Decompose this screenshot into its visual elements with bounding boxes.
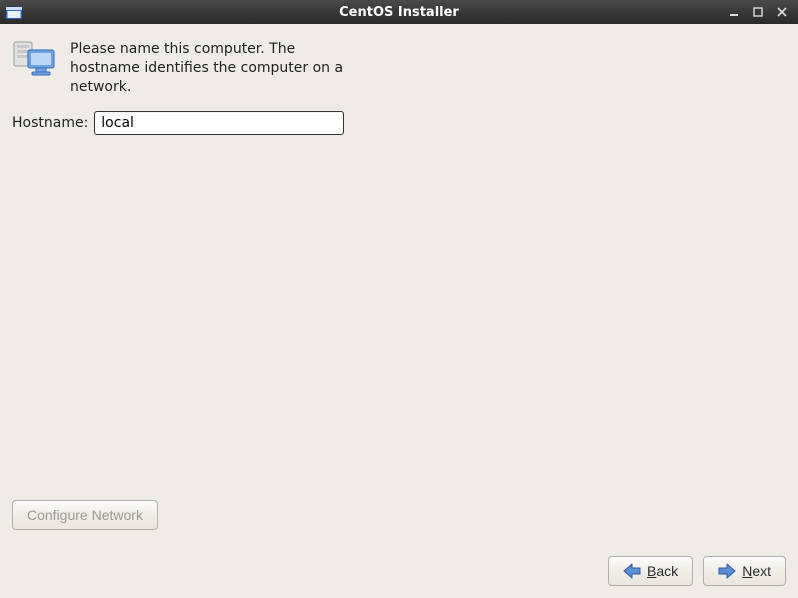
next-label: Next	[742, 563, 771, 579]
titlebar: CentOS Installer	[0, 0, 798, 24]
close-button[interactable]	[776, 6, 788, 18]
configure-network-button[interactable]: Configure Network	[12, 500, 158, 530]
intro-row: Please name this computer. The hostname …	[12, 40, 786, 97]
hostname-label: Hostname:	[12, 115, 88, 131]
maximize-button[interactable]	[752, 6, 764, 18]
back-label: Back	[647, 563, 678, 579]
configure-network-area: Configure Network	[12, 500, 158, 530]
back-button[interactable]: Back	[608, 556, 693, 586]
next-button[interactable]: Next	[703, 556, 786, 586]
configure-network-label: Configure Network	[27, 507, 143, 523]
arrow-right-icon	[718, 563, 736, 579]
content-area: Please name this computer. The hostname …	[0, 24, 798, 598]
network-computers-icon	[12, 40, 60, 80]
window-title: CentOS Installer	[0, 5, 798, 20]
footer-nav: Back Next	[608, 556, 786, 586]
installer-window: CentOS Installer	[0, 0, 798, 598]
hostname-input[interactable]	[94, 111, 344, 135]
window-controls	[728, 6, 792, 18]
intro-text: Please name this computer. The hostname …	[70, 40, 360, 97]
app-icon	[6, 5, 22, 19]
arrow-left-icon	[623, 563, 641, 579]
minimize-button[interactable]	[728, 6, 740, 18]
hostname-row: Hostname:	[12, 111, 786, 135]
